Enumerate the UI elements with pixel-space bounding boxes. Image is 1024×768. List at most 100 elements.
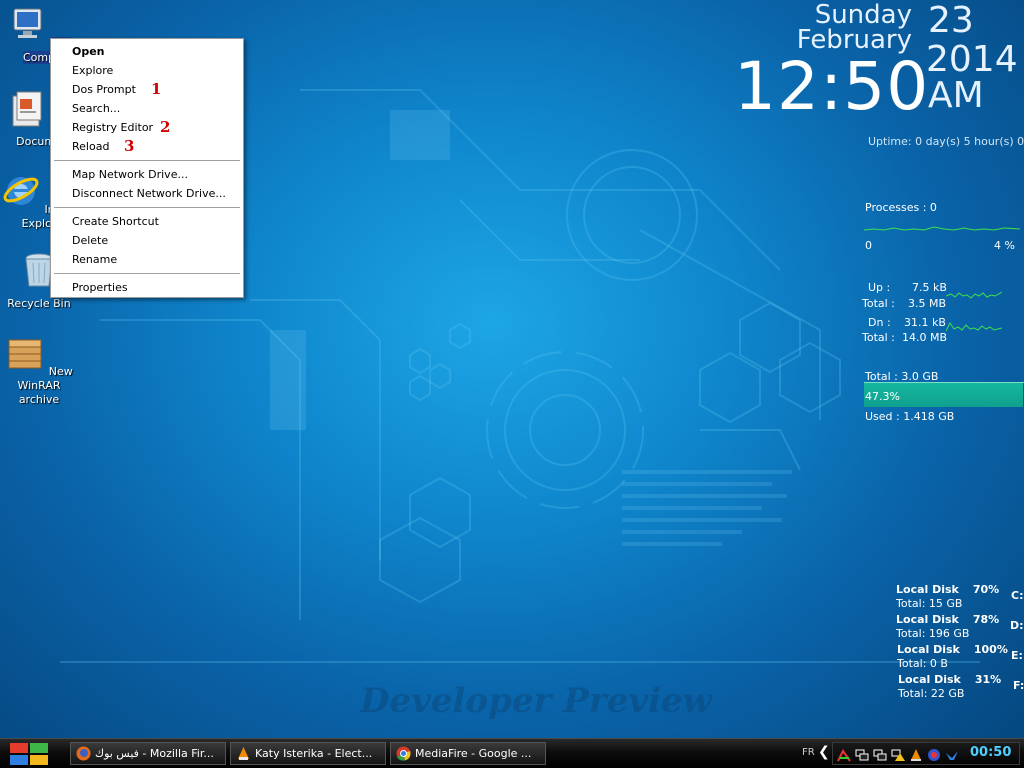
tray-expand-icon[interactable]: ❮ [818, 744, 830, 760]
tray-app-icon[interactable] [837, 748, 851, 762]
download-total-label: Total : [862, 331, 895, 344]
menu-item-label: Explore [72, 64, 114, 77]
context-menu: Open Explore Dos Prompt 1 Search... Regis… [50, 38, 244, 298]
task-label: فيس بوك - Mozilla Fir... [95, 747, 214, 760]
disk-f-total: Total: 22 GB [898, 687, 965, 700]
memory-used: Used : 1.418 GB [865, 410, 955, 423]
internet-explorer-icon [3, 177, 39, 205]
task-button-chrome[interactable]: MediaFire - Google ... [390, 742, 546, 765]
download-total: 14.0 MB [902, 331, 948, 344]
watermark-text: Developer Preview [359, 681, 714, 721]
task-label: Katy Isterika - Elect... [255, 747, 373, 760]
cpu-min-label: 0 [865, 239, 872, 252]
menu-item-label: Delete [72, 234, 109, 247]
disk-name: Local Disk [896, 583, 959, 596]
language-indicator[interactable]: FR [802, 747, 815, 758]
network-icon[interactable] [855, 748, 869, 762]
annotation-number: 2 [160, 118, 171, 136]
network-icon-2[interactable] [873, 748, 887, 762]
start-button[interactable] [6, 741, 52, 767]
menu-item-label: Open [72, 45, 105, 58]
menu-item-search[interactable]: Search... [51, 99, 243, 118]
menu-item-label: Map Network Drive... [72, 168, 188, 181]
cpu-graph [864, 226, 1020, 231]
menu-item-label: Create Shortcut [72, 215, 159, 228]
vlc-tray-icon[interactable] [909, 748, 923, 762]
upload-rate: 7.5 kB [912, 281, 947, 294]
clock-date: 23 [928, 0, 974, 41]
upload-graph [946, 291, 1002, 299]
upload-total: 3.5 MB [908, 297, 947, 310]
processes-count: Processes : 0 [865, 201, 937, 214]
upload-total-label: Total : [862, 297, 895, 310]
menu-item-rename[interactable]: Rename [51, 250, 243, 269]
drive-letter-f: F: [1013, 679, 1024, 692]
clock-ampm: AM [928, 75, 984, 116]
disk-name: Local Disk [898, 673, 961, 686]
annotation-number: 1 [151, 80, 162, 98]
menu-item-label: Reload [72, 140, 110, 153]
disk-c-total: Total: 15 GB [896, 597, 963, 610]
drive-letter-d: D: [1010, 619, 1024, 632]
disk-percent: 70% [972, 583, 1000, 596]
menu-item-dos-prompt[interactable]: Dos Prompt 1 [51, 80, 243, 99]
menu-separator [54, 160, 240, 161]
menu-item-create-shortcut[interactable]: Create Shortcut [51, 212, 243, 231]
disk-f: Local Disk 31% [898, 673, 1001, 686]
menu-item-registry-editor[interactable]: Registry Editor 2 [51, 118, 243, 137]
winrar-archive-icon [8, 339, 42, 369]
chrome-icon [396, 746, 411, 761]
firefox-icon [76, 746, 91, 761]
drive-letter-c: C: [1011, 589, 1024, 602]
warning-icon[interactable] [891, 748, 905, 762]
menu-item-reload[interactable]: Reload 3 [51, 137, 243, 156]
task-button-firefox[interactable]: فيس بوك - Mozilla Fir... [70, 742, 226, 765]
menu-item-delete[interactable]: Delete [51, 231, 243, 250]
menu-item-label: Dos Prompt [72, 83, 136, 96]
upload-label: Up : [868, 281, 891, 294]
disk-name: Local Disk [896, 613, 959, 626]
computer-icon [13, 8, 42, 38]
desktop-icon-label: Recycle Bin [7, 297, 71, 310]
download-rate: 31.1 kB [904, 316, 946, 329]
clock-time: 12:50 [734, 48, 930, 125]
menu-item-label: Properties [72, 281, 128, 294]
disk-percent: 100% [973, 643, 1008, 656]
download-label: Dn : [868, 316, 891, 329]
disk-e-total: Total: 0 B [897, 657, 948, 670]
menu-item-label: Rename [72, 253, 118, 266]
menu-item-explore[interactable]: Explore [51, 61, 243, 80]
bird-icon[interactable] [945, 748, 959, 762]
menu-item-label: Disconnect Network Drive... [72, 187, 226, 200]
menu-item-label: Registry Editor [72, 121, 154, 134]
task-label: MediaFire - Google ... [415, 747, 532, 760]
menu-item-map-network-drive[interactable]: Map Network Drive... [51, 165, 243, 184]
taskbar: فيس بوك - Mozilla Fir... Katy Isterika -… [0, 738, 1024, 768]
menu-item-properties[interactable]: Properties [51, 278, 243, 297]
disk-e: Local Disk 100% [897, 643, 1008, 656]
disk-d: Local Disk 78% [896, 613, 999, 626]
disk-name: Local Disk [897, 643, 960, 656]
taskbar-clock[interactable]: 00:50 [970, 745, 1011, 760]
disk-d-total: Total: 196 GB [896, 627, 970, 640]
disk-percent: 31% [974, 673, 1002, 686]
documents-icon [12, 91, 42, 127]
annotation-number: 3 [124, 137, 135, 155]
clock-year: 2014 [926, 39, 1018, 80]
menu-item-disconnect-network-drive[interactable]: Disconnect Network Drive... [51, 184, 243, 203]
security-icon[interactable] [927, 748, 941, 762]
menu-separator [54, 273, 240, 274]
cpu-percent: 4 % [994, 239, 1015, 252]
vlc-icon [238, 747, 249, 760]
desktop-icon-winrar-archive[interactable]: New WinRAR archive [0, 332, 78, 407]
memory-bar-outline [864, 382, 1024, 383]
download-graph [946, 322, 1002, 332]
memory-percent: 47.3% [865, 390, 900, 403]
menu-separator [54, 207, 240, 208]
disk-c: Local Disk 70% [896, 583, 999, 596]
disk-percent: 78% [972, 613, 1000, 626]
menu-item-label: Search... [72, 102, 121, 115]
uptime-text: Uptime: 0 day(s) 5 hour(s) 07 [868, 135, 1024, 148]
task-button-vlc[interactable]: Katy Isterika - Elect... [230, 742, 386, 765]
menu-item-open[interactable]: Open [51, 42, 243, 61]
